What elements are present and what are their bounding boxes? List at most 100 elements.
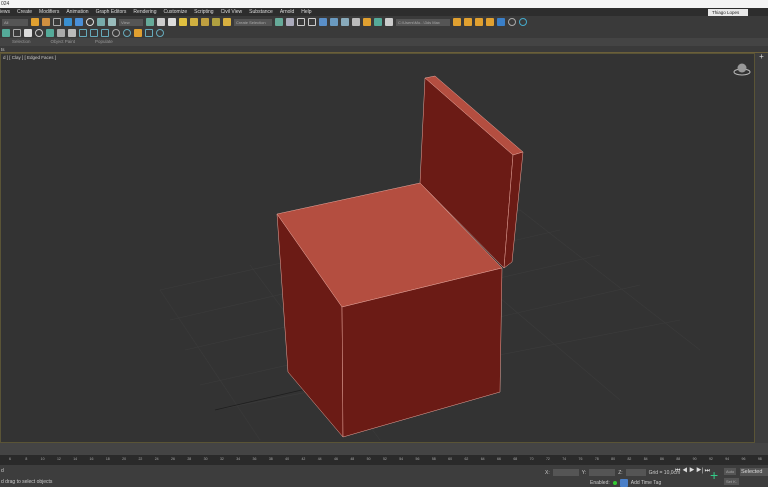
select-icon[interactable] bbox=[31, 18, 39, 26]
tab-object-paint[interactable]: Object Paint bbox=[51, 38, 76, 46]
timeline-tick-label: 82 bbox=[627, 457, 632, 461]
sphere-icon[interactable] bbox=[35, 29, 43, 37]
scale-icon[interactable] bbox=[97, 18, 105, 26]
set-key-button[interactable]: Set K. bbox=[724, 478, 739, 485]
create-tab-plus-icon[interactable]: + bbox=[755, 53, 768, 61]
bottle-icon[interactable] bbox=[24, 29, 32, 37]
key-mode-plus-icon[interactable]: + bbox=[710, 467, 718, 483]
teapot-icon[interactable] bbox=[46, 29, 54, 37]
editor-icon[interactable] bbox=[145, 29, 153, 37]
layer-explorer-icon[interactable] bbox=[308, 18, 316, 26]
timeline-tick-label: 88 bbox=[676, 457, 681, 461]
timeline-tick-label: 30 bbox=[203, 457, 208, 461]
mirror-icon[interactable] bbox=[275, 18, 283, 26]
tab-populate[interactable]: Populate bbox=[95, 38, 113, 46]
curve-editor-icon[interactable] bbox=[330, 18, 338, 26]
menu-item[interactable]: Arnold bbox=[280, 8, 294, 16]
menu-item[interactable]: Customize bbox=[164, 8, 188, 16]
playback-controls[interactable]: ⏮ ◀ ▶ ▶| ⏭ bbox=[675, 468, 710, 475]
menu-item[interactable]: Rendering bbox=[133, 8, 156, 16]
select-manipulate-icon[interactable] bbox=[157, 18, 165, 26]
timeline-tick-label: 50 bbox=[366, 457, 371, 461]
y-coord-field[interactable] bbox=[589, 469, 616, 476]
perspective-viewport[interactable]: d ] [ Clay ] [ Edged Faces ] bbox=[0, 53, 755, 443]
z-coord-field[interactable] bbox=[625, 469, 646, 476]
project-folder-dropdown[interactable]: C:\Users\Mo...\3ds Max 2024 bbox=[396, 18, 450, 32]
menu-item[interactable]: Help bbox=[301, 8, 311, 16]
maxscript-listener[interactable]: d bbox=[1, 468, 4, 474]
workspace-icon[interactable] bbox=[497, 18, 505, 26]
menu-item[interactable]: Animation bbox=[66, 8, 88, 16]
tab-selection[interactable]: Selection bbox=[12, 38, 31, 46]
selection-filter-dropdown[interactable]: All bbox=[2, 18, 28, 26]
user-account-dropdown[interactable]: Thiago Lopes bbox=[708, 9, 748, 16]
command-panel[interactable]: + bbox=[755, 53, 768, 443]
percent-snap-icon[interactable] bbox=[201, 18, 209, 26]
box-icon[interactable] bbox=[13, 29, 21, 37]
main-toolbar: All View Create Selection Set C:\Users\M… bbox=[0, 16, 768, 32]
ribbon-toggle-icon[interactable] bbox=[319, 18, 327, 26]
rect-selection-icon[interactable] bbox=[53, 18, 61, 26]
material-editor-icon[interactable] bbox=[352, 18, 360, 26]
render-setup-icon[interactable] bbox=[363, 18, 371, 26]
time-tag-icon[interactable] bbox=[619, 479, 628, 487]
rendered-frame-icon[interactable] bbox=[374, 18, 382, 26]
snap-icon[interactable] bbox=[179, 18, 187, 26]
timeline-tick-label: 34 bbox=[236, 457, 241, 461]
place-icon[interactable] bbox=[108, 18, 116, 26]
enabled-indicator-icon[interactable] bbox=[612, 481, 617, 485]
display-icon[interactable] bbox=[90, 29, 98, 37]
menu-item[interactable]: Create bbox=[17, 8, 32, 16]
x-coord-field[interactable] bbox=[552, 469, 579, 476]
render-icon[interactable] bbox=[385, 18, 393, 26]
bulb-icon[interactable] bbox=[68, 29, 76, 37]
menu-item[interactable]: Scripting bbox=[194, 8, 213, 16]
enabled-label: Enabled: bbox=[590, 480, 610, 486]
scene-explorer-icon[interactable] bbox=[297, 18, 305, 26]
rotate-icon[interactable] bbox=[86, 18, 94, 26]
align-icon[interactable] bbox=[286, 18, 294, 26]
menu-item[interactable]: Modifiers bbox=[39, 8, 59, 16]
select-by-name-icon[interactable] bbox=[42, 18, 50, 26]
light-icon[interactable] bbox=[57, 29, 65, 37]
timeline-tick-label: 40 bbox=[285, 457, 290, 461]
spinner-snap-icon[interactable] bbox=[212, 18, 220, 26]
archive-project-icon[interactable] bbox=[486, 18, 494, 26]
add-time-tag-button[interactable]: Add Time Tag bbox=[631, 480, 661, 486]
menu-item[interactable]: Substance bbox=[249, 8, 273, 16]
new-project-icon[interactable] bbox=[464, 18, 472, 26]
open-project-icon[interactable] bbox=[453, 18, 461, 26]
key-filter-dropdown[interactable]: Selected bbox=[740, 468, 768, 476]
window-crossing-icon[interactable] bbox=[64, 18, 72, 26]
menu-item[interactable]: Civil View bbox=[221, 8, 243, 16]
angle-snap-icon[interactable] bbox=[190, 18, 198, 26]
pivot-icon[interactable] bbox=[146, 18, 154, 26]
x-label: X: bbox=[545, 469, 550, 476]
menu-item[interactable]: iews bbox=[0, 8, 10, 16]
timeline-tick-label: 78 bbox=[594, 457, 599, 461]
selection-set-dropdown[interactable]: Create Selection Set bbox=[234, 18, 272, 32]
timeline-tick-label: 46 bbox=[334, 457, 338, 461]
menu-item[interactable]: Graph Editors bbox=[96, 8, 127, 16]
timeline-tick-label: 58 bbox=[431, 457, 436, 461]
info-icon[interactable] bbox=[508, 18, 516, 26]
frame-icon[interactable] bbox=[101, 29, 109, 37]
schematic-view-icon[interactable] bbox=[341, 18, 349, 26]
timeline-tick-label: 12 bbox=[56, 457, 61, 461]
eye-icon[interactable] bbox=[112, 29, 120, 37]
timeline-tick-label: 44 bbox=[317, 457, 322, 461]
timeline-track[interactable]: 6 8 10 12 14 16 18 20 22 24 26 28 30 32 34 36 38 40 42 44 46… bbox=[0, 455, 768, 465]
isolate-icon[interactable] bbox=[2, 29, 10, 37]
sync-icon[interactable] bbox=[519, 18, 527, 26]
keyboard-shortcut-icon[interactable] bbox=[168, 18, 176, 26]
edit-named-selection-icon[interactable] bbox=[223, 18, 231, 26]
viewport-icon[interactable] bbox=[79, 29, 87, 37]
question-icon[interactable] bbox=[156, 29, 164, 37]
move-icon[interactable] bbox=[75, 18, 83, 26]
timeline-tick-label: 60 bbox=[448, 457, 453, 461]
project-folder-icon[interactable] bbox=[475, 18, 483, 26]
reference-coord-dropdown[interactable]: View bbox=[119, 18, 143, 26]
scripts-icon[interactable] bbox=[134, 29, 142, 37]
help-icon[interactable] bbox=[123, 29, 131, 37]
auto-key-button[interactable]: Auto bbox=[724, 468, 737, 475]
